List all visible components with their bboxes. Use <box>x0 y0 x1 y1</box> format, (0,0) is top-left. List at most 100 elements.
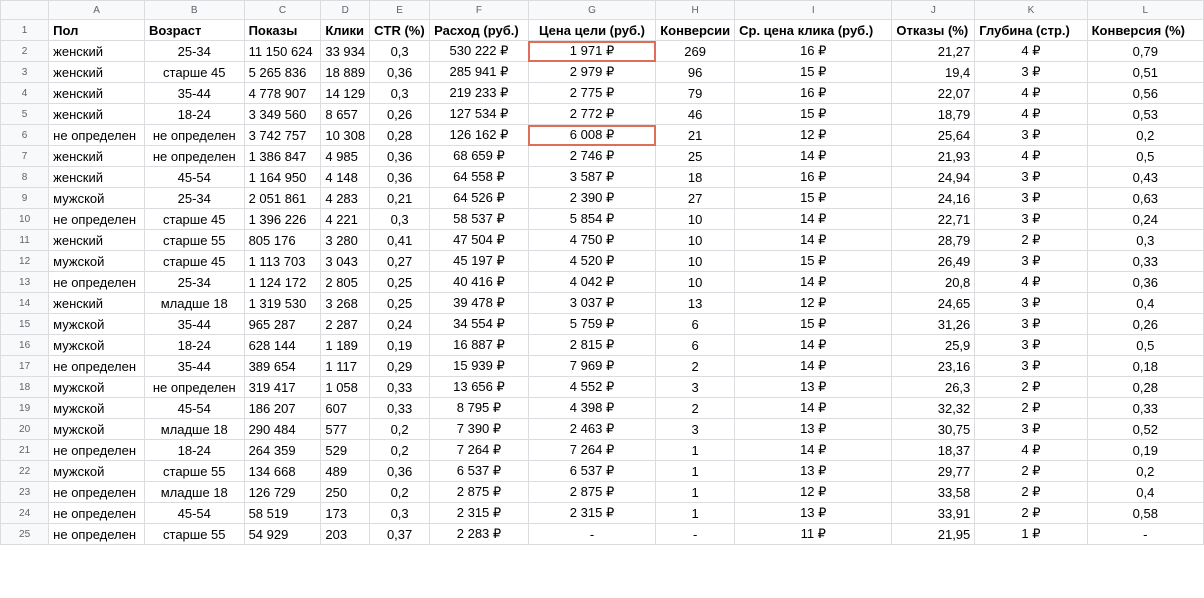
row-number[interactable]: 21 <box>0 439 50 461</box>
table-cell[interactable]: 0,36 <box>1086 271 1204 293</box>
table-cell[interactable]: 0,36 <box>369 61 431 83</box>
table-cell[interactable]: 0,33 <box>369 397 431 419</box>
table-cell[interactable]: 250 <box>320 481 371 503</box>
table-cell[interactable]: 14 ₽ <box>734 355 893 377</box>
table-cell[interactable]: 0,37 <box>369 523 431 545</box>
table-cell[interactable]: не определен <box>48 208 145 230</box>
table-cell[interactable]: 29,77 <box>891 460 976 482</box>
table-cell[interactable]: 31,26 <box>891 313 976 335</box>
table-cell[interactable]: не определен <box>48 271 145 293</box>
table-cell[interactable]: 0,4 <box>1086 292 1204 314</box>
row-number[interactable]: 9 <box>0 187 50 209</box>
table-cell[interactable]: 3 742 757 <box>243 124 322 146</box>
table-cell[interactable]: 0,58 <box>1086 502 1204 524</box>
table-cell[interactable]: 3 043 <box>320 250 371 272</box>
table-cell[interactable]: 35-44 <box>143 355 245 377</box>
table-cell[interactable]: 35-44 <box>143 82 245 104</box>
table-cell[interactable]: 14 ₽ <box>734 145 893 167</box>
table-cell[interactable]: 23,16 <box>891 355 976 377</box>
table-cell[interactable]: 0,26 <box>369 103 431 125</box>
table-cell[interactable]: 3 <box>655 376 736 398</box>
table-cell[interactable]: 25-34 <box>143 40 245 62</box>
column-title-b[interactable]: Возраст <box>143 19 245 41</box>
table-cell[interactable]: мужской <box>48 418 145 440</box>
table-cell[interactable]: 1 <box>655 460 736 482</box>
table-cell[interactable]: 389 654 <box>243 355 322 377</box>
table-cell[interactable]: 2 ₽ <box>974 229 1088 251</box>
table-cell[interactable]: 0,33 <box>1086 397 1204 419</box>
table-cell[interactable]: 14 ₽ <box>734 229 893 251</box>
table-cell[interactable]: 24,94 <box>891 166 976 188</box>
table-cell[interactable]: 14 ₽ <box>734 334 893 356</box>
table-cell[interactable]: женский <box>48 229 145 251</box>
table-cell[interactable]: 13 ₽ <box>734 502 893 524</box>
table-cell[interactable]: 2 283 ₽ <box>429 523 529 545</box>
table-cell[interactable]: 5 854 ₽ <box>527 208 657 230</box>
table-cell[interactable]: 0,28 <box>369 124 431 146</box>
table-cell[interactable]: 7 264 ₽ <box>429 439 529 461</box>
table-cell[interactable]: 1 117 <box>320 355 371 377</box>
table-cell[interactable]: 126 162 ₽ <box>429 124 529 146</box>
table-cell[interactable]: 10 <box>655 208 736 230</box>
column-header-e[interactable]: E <box>369 0 431 20</box>
column-header-c[interactable]: C <box>243 0 322 20</box>
table-cell[interactable]: женский <box>48 40 145 62</box>
column-title-c[interactable]: Показы <box>243 19 322 41</box>
table-cell[interactable]: 28,79 <box>891 229 976 251</box>
column-title-g[interactable]: Цена цели (руб.) <box>527 19 657 41</box>
table-cell[interactable]: 0,33 <box>369 376 431 398</box>
table-cell[interactable]: 96 <box>655 61 736 83</box>
table-cell[interactable]: 10 <box>655 229 736 251</box>
row-number[interactable]: 2 <box>0 40 50 62</box>
row-number[interactable]: 24 <box>0 502 50 524</box>
column-title-h[interactable]: Конверсии <box>655 19 736 41</box>
column-header-k[interactable]: K <box>974 0 1088 20</box>
table-cell[interactable]: 64 558 ₽ <box>429 166 529 188</box>
column-title-l[interactable]: Конверсия (%) <box>1086 19 1204 41</box>
table-cell[interactable]: 18 889 <box>320 61 371 83</box>
table-cell[interactable]: 14 ₽ <box>734 271 893 293</box>
table-cell[interactable]: 1 <box>655 502 736 524</box>
table-cell[interactable]: 0,19 <box>369 334 431 356</box>
table-cell[interactable]: 6 <box>655 313 736 335</box>
table-cell[interactable]: 68 659 ₽ <box>429 145 529 167</box>
table-cell[interactable]: 15 ₽ <box>734 61 893 83</box>
table-cell[interactable]: 45-54 <box>143 502 245 524</box>
table-cell[interactable]: 0,2 <box>1086 460 1204 482</box>
row-number[interactable]: 8 <box>0 166 50 188</box>
table-cell[interactable]: 10 <box>655 250 736 272</box>
table-cell[interactable]: не определен <box>48 439 145 461</box>
table-cell[interactable]: 6 <box>655 334 736 356</box>
table-cell[interactable]: 21,27 <box>891 40 976 62</box>
table-cell[interactable]: 33 934 <box>320 40 371 62</box>
table-cell[interactable]: 27 <box>655 187 736 209</box>
table-cell[interactable]: младше 18 <box>143 481 245 503</box>
table-cell[interactable]: 2 315 ₽ <box>527 502 657 524</box>
table-cell[interactable]: 3 ₽ <box>974 292 1088 314</box>
table-cell[interactable]: 40 416 ₽ <box>429 271 529 293</box>
table-cell[interactable]: не определен <box>48 481 145 503</box>
table-cell[interactable]: 15 ₽ <box>734 250 893 272</box>
table-cell[interactable]: 0,18 <box>1086 355 1204 377</box>
table-cell[interactable]: 0,3 <box>369 40 431 62</box>
table-cell[interactable]: 0,3 <box>369 208 431 230</box>
table-cell[interactable]: 16 ₽ <box>734 82 893 104</box>
table-cell[interactable]: 628 144 <box>243 334 322 356</box>
row-number[interactable]: 20 <box>0 418 50 440</box>
table-cell[interactable]: 1 396 226 <box>243 208 322 230</box>
table-cell[interactable]: 173 <box>320 502 371 524</box>
table-cell[interactable]: 25-34 <box>143 187 245 209</box>
table-cell[interactable]: 14 ₽ <box>734 439 893 461</box>
table-cell[interactable]: 45-54 <box>143 397 245 419</box>
table-cell[interactable]: 0,3 <box>369 502 431 524</box>
row-number[interactable]: 12 <box>0 250 50 272</box>
table-cell[interactable]: 2 805 <box>320 271 371 293</box>
row-number[interactable]: 15 <box>0 313 50 335</box>
table-cell[interactable]: 134 668 <box>243 460 322 482</box>
table-cell[interactable]: 2 ₽ <box>974 376 1088 398</box>
table-cell[interactable]: 25-34 <box>143 271 245 293</box>
row-number[interactable]: 11 <box>0 229 50 251</box>
table-cell[interactable]: 3 ₽ <box>974 313 1088 335</box>
table-cell[interactable]: 0,51 <box>1086 61 1204 83</box>
row-number[interactable]: 10 <box>0 208 50 230</box>
